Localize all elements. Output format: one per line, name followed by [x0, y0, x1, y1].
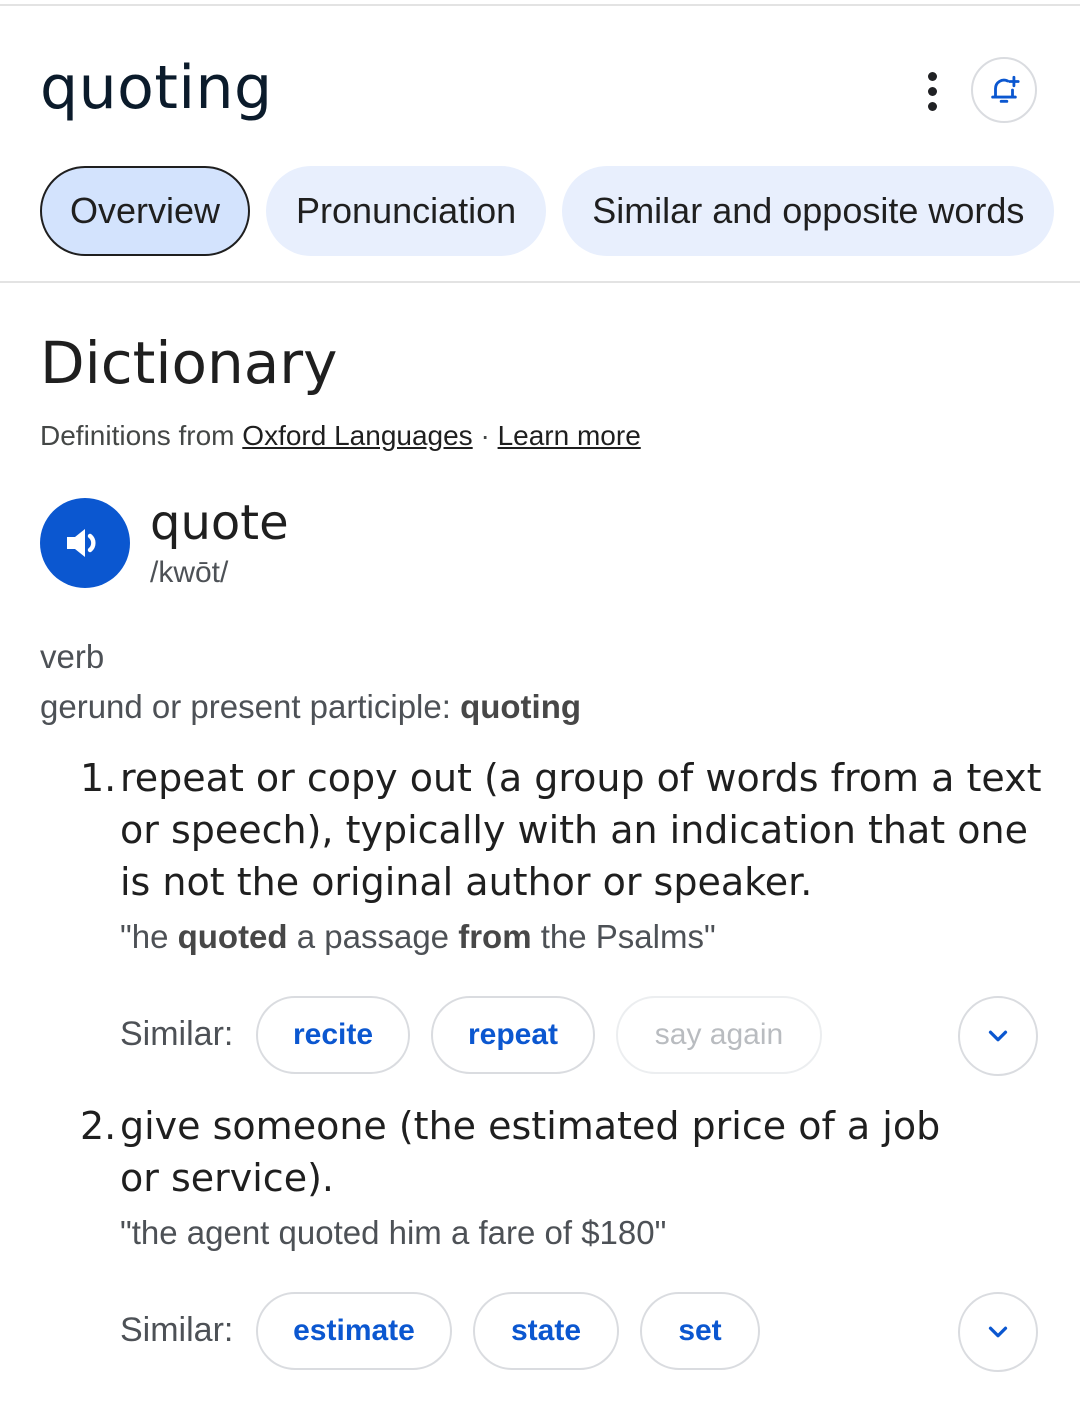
example-bold: from — [458, 918, 532, 955]
phonetic: /kwōt/ — [150, 556, 229, 589]
example-text: a passage — [287, 918, 459, 955]
learn-more-link[interactable]: Learn more — [498, 420, 641, 451]
chevron-down-icon — [988, 1326, 1008, 1338]
dot — [927, 71, 937, 81]
expand-similar-button[interactable] — [958, 996, 1038, 1076]
tab-bar: Overview Pronunciation Similar and oppos… — [40, 166, 1055, 256]
oxford-languages-link[interactable]: Oxford Languages — [242, 420, 472, 451]
similar-chip[interactable]: estimate — [256, 1292, 452, 1370]
similar-chip[interactable]: repeat — [431, 996, 595, 1074]
sense-example: "the agent quoted him a fare of $180" — [120, 1214, 667, 1251]
source-prefix: Definitions from — [40, 420, 243, 451]
similar-chip[interactable]: recite — [256, 996, 410, 1074]
page-title: quoting — [40, 53, 273, 123]
sense-number: 1. — [80, 756, 117, 800]
gerund-line: gerund or present participle: quoting — [40, 686, 581, 728]
chevron-down-icon — [988, 1030, 1008, 1042]
similar-label: Similar: — [120, 1015, 234, 1053]
source-line: Definitions from Oxford Languages · Lear… — [40, 418, 641, 454]
similar-chip[interactable]: set — [640, 1292, 760, 1370]
section-divider — [0, 281, 1080, 283]
top-divider — [0, 4, 1080, 6]
expand-similar-button[interactable] — [958, 1292, 1038, 1372]
headword: quote — [150, 495, 289, 551]
similar-label: Similar: — [120, 1311, 234, 1349]
gerund-value: quoting — [460, 688, 582, 725]
tab-pronunciation[interactable]: Pronunciation — [266, 166, 547, 256]
similar-chip[interactable]: state — [473, 1292, 619, 1370]
separator: · — [472, 420, 498, 451]
sense-definition: give someone (the estimated price of a j… — [120, 1104, 941, 1200]
dot — [927, 86, 937, 96]
tab-similar-opposite[interactable]: Similar and opposite words — [562, 166, 1055, 256]
similar-chip[interactable]: say again — [616, 996, 822, 1074]
sense-number: 2. — [80, 1104, 117, 1148]
notification-add-button[interactable] — [971, 57, 1037, 123]
sense-definition: repeat or copy out (a group of words fro… — [120, 756, 1042, 904]
more-options-icon[interactable] — [906, 68, 958, 114]
gerund-label: gerund or present participle: — [40, 688, 461, 725]
example-text: the Psalms" — [531, 918, 716, 955]
section-title: Dictionary — [40, 329, 338, 397]
bell-add-icon — [991, 75, 1020, 103]
tab-overview[interactable]: Overview — [40, 166, 251, 256]
sense-example: "he quoted a passage from the Psalms" — [120, 916, 716, 958]
example-text: "he — [120, 918, 178, 955]
part-of-speech: verb — [40, 638, 105, 675]
dot — [927, 101, 937, 111]
speaker-icon — [67, 529, 96, 557]
example-bold: quoted — [177, 918, 288, 955]
play-pronunciation-button[interactable] — [40, 498, 130, 588]
